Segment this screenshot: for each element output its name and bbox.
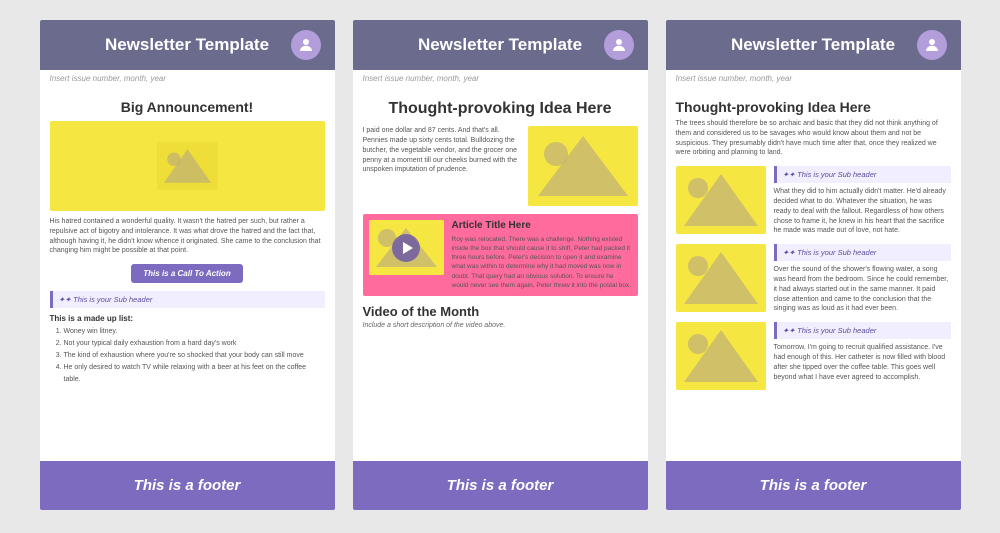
card3-sub-content-1: ✦✦ This is your Sub header What they did… — [774, 166, 951, 236]
card3-subheader-box-3: ✦✦ This is your Sub header — [774, 322, 951, 339]
card3-big-title: Thought-provoking Idea Here — [676, 99, 951, 115]
card1-body-text: His hatred contained a wonderful quality… — [50, 217, 325, 256]
newsletter-card-3: Newsletter Template Insert issue number,… — [666, 20, 961, 510]
card1-title: Newsletter Template — [84, 35, 291, 55]
card3-sub-image-3 — [676, 322, 766, 390]
newsletter-card-1: Newsletter Template Insert issue number,… — [40, 20, 335, 510]
card1-header: Newsletter Template — [40, 20, 335, 70]
card3-sub-row-1: ✦✦ This is your Sub header What they did… — [676, 166, 951, 236]
card2-article-body: Roy was relocated. There was a challenge… — [452, 235, 632, 290]
card2-right-image — [528, 126, 638, 206]
card3-title: Newsletter Template — [710, 35, 917, 55]
card3-sub-image-2 — [676, 244, 766, 312]
card2-avatar — [604, 30, 634, 60]
card2-video-desc: Include a short description of the video… — [363, 322, 638, 329]
card3-sub-text-1: What they did to him actually didn't mat… — [774, 187, 951, 236]
card2-body: Thought-provoking Idea Here I paid one d… — [353, 87, 648, 461]
list-item: The kind of exhaustion where you're so s… — [64, 350, 325, 362]
card3-subheader: Insert issue number, month, year — [666, 70, 961, 87]
card3-footer: This is a footer — [666, 461, 961, 510]
card1-footer: This is a footer — [40, 461, 335, 510]
card3-sub-row-2: ✦✦ This is your Sub header Over the soun… — [676, 244, 951, 314]
card2-title: Newsletter Template — [397, 35, 604, 55]
card2-headline: Thought-provoking Idea Here — [363, 99, 638, 118]
card3-sub-content-3: ✦✦ This is your Sub header Tomorrow, I'm… — [774, 322, 951, 382]
card2-two-col: I paid one dollar and 87 cents. And that… — [363, 126, 638, 206]
card3-sub-image-1 — [676, 166, 766, 234]
newsletter-card-2: Newsletter Template Insert issue number,… — [353, 20, 648, 510]
card1-big-announcement: Big Announcement! — [50, 99, 325, 115]
card2-article-title: Article Title Here — [452, 220, 632, 231]
card2-article-image — [369, 220, 444, 275]
card3-sub-content-2: ✦✦ This is your Sub header Over the soun… — [774, 244, 951, 314]
list-item: Woney win litney. — [64, 326, 325, 338]
card1-list: Woney win litney. Not your typical daily… — [50, 326, 325, 385]
card2-subheader: Insert issue number, month, year — [353, 70, 648, 87]
card2-article-text: Article Title Here Roy was relocated. Th… — [452, 220, 632, 290]
list-item: Not your typical daily exhaustion from a… — [64, 338, 325, 350]
card2-footer: This is a footer — [353, 461, 648, 510]
card2-article-row: Article Title Here Roy was relocated. Th… — [363, 214, 638, 296]
card1-subheader: Insert issue number, month, year — [40, 70, 335, 87]
card1-body: Big Announcement! His hatred contained a… — [40, 87, 335, 461]
list-item: He only desired to watch TV while relaxi… — [64, 362, 325, 386]
card3-avatar — [917, 30, 947, 60]
card1-subheader-box: ✦✦ This is your Sub header — [50, 291, 325, 308]
card3-sub-text-2: Over the sound of the shower's flowing w… — [774, 265, 951, 314]
card1-list-title: This is a made up list: — [50, 314, 325, 323]
card3-subheader-box-1: ✦✦ This is your Sub header — [774, 166, 951, 183]
card1-main-image — [50, 121, 325, 211]
play-icon — [392, 234, 420, 262]
card3-intro-text: The trees should therefore be so archaic… — [676, 119, 951, 158]
video-play-overlay — [369, 220, 444, 275]
card2-header: Newsletter Template — [353, 20, 648, 70]
card3-sub-text-3: Tomorrow, I'm going to recruit qualified… — [774, 343, 951, 382]
card3-sub-row-3: ✦✦ This is your Sub header Tomorrow, I'm… — [676, 322, 951, 390]
card3-subheader-box-2: ✦✦ This is your Sub header — [774, 244, 951, 261]
card1-avatar — [291, 30, 321, 60]
card2-body-text: I paid one dollar and 87 cents. And that… — [363, 126, 520, 206]
card1-cta-button[interactable]: This is a Call To Action — [131, 264, 242, 283]
card2-video-title: Video of the Month — [363, 304, 638, 319]
card3-header: Newsletter Template — [666, 20, 961, 70]
card3-body: Thought-provoking Idea Here The trees sh… — [666, 87, 961, 461]
